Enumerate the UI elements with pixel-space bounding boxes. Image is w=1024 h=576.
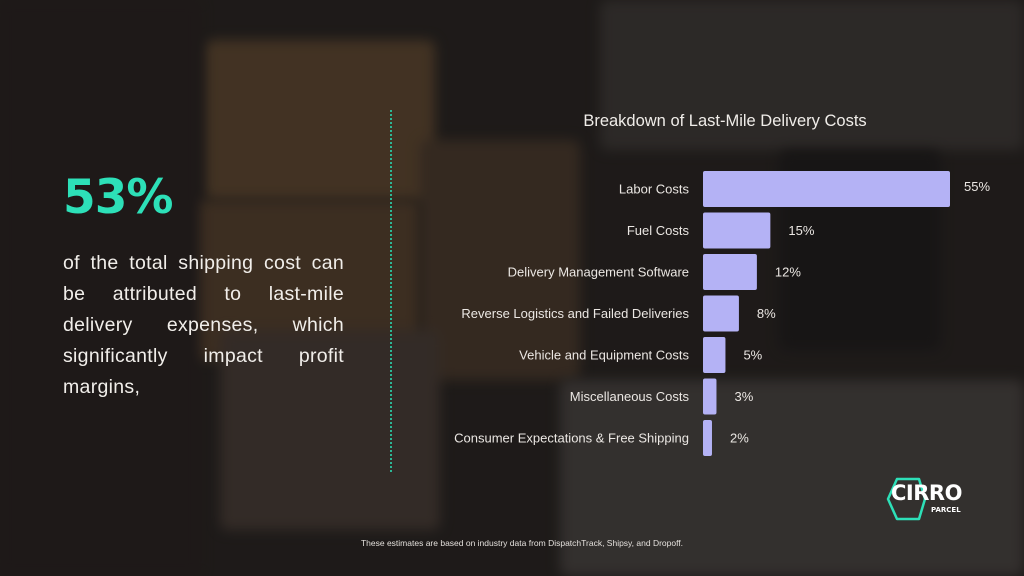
category-label: Labor Costs bbox=[619, 182, 690, 197]
category-label: Delivery Management Software bbox=[508, 265, 689, 280]
bar-0 bbox=[703, 171, 950, 207]
bar-1 bbox=[703, 212, 771, 249]
value-label: 5% bbox=[743, 348, 762, 363]
cirro-parcel-logo: CIRRO PARCEL bbox=[885, 477, 965, 521]
bar-6 bbox=[703, 420, 712, 456]
category-label: Consumer Expectations & Free Shipping bbox=[454, 431, 689, 446]
value-label: 2% bbox=[730, 431, 749, 446]
bar-chart: Labor Costs 55% Fuel Costs 15% Delivery Mana… bbox=[454, 171, 990, 456]
category-label: Reverse Logistics and Failed Deliveries bbox=[461, 306, 689, 321]
bar-5 bbox=[703, 378, 717, 415]
logo-subtitle: PARCEL bbox=[931, 506, 961, 514]
value-label: 3% bbox=[734, 389, 753, 404]
value-label: 15% bbox=[788, 223, 814, 238]
bar-2 bbox=[703, 254, 757, 290]
logo-wordmark: CIRRO bbox=[891, 481, 962, 505]
value-label: 12% bbox=[775, 265, 801, 280]
category-label: Vehicle and Equipment Costs bbox=[519, 348, 689, 363]
value-label: 55% bbox=[964, 179, 990, 194]
value-label: 8% bbox=[757, 306, 776, 321]
bar-3 bbox=[703, 295, 739, 332]
category-label: Fuel Costs bbox=[627, 223, 690, 238]
bar-4 bbox=[703, 337, 726, 373]
category-label: Miscellaneous Costs bbox=[570, 389, 690, 404]
source-footnote: These estimates are based on industry da… bbox=[360, 538, 684, 548]
